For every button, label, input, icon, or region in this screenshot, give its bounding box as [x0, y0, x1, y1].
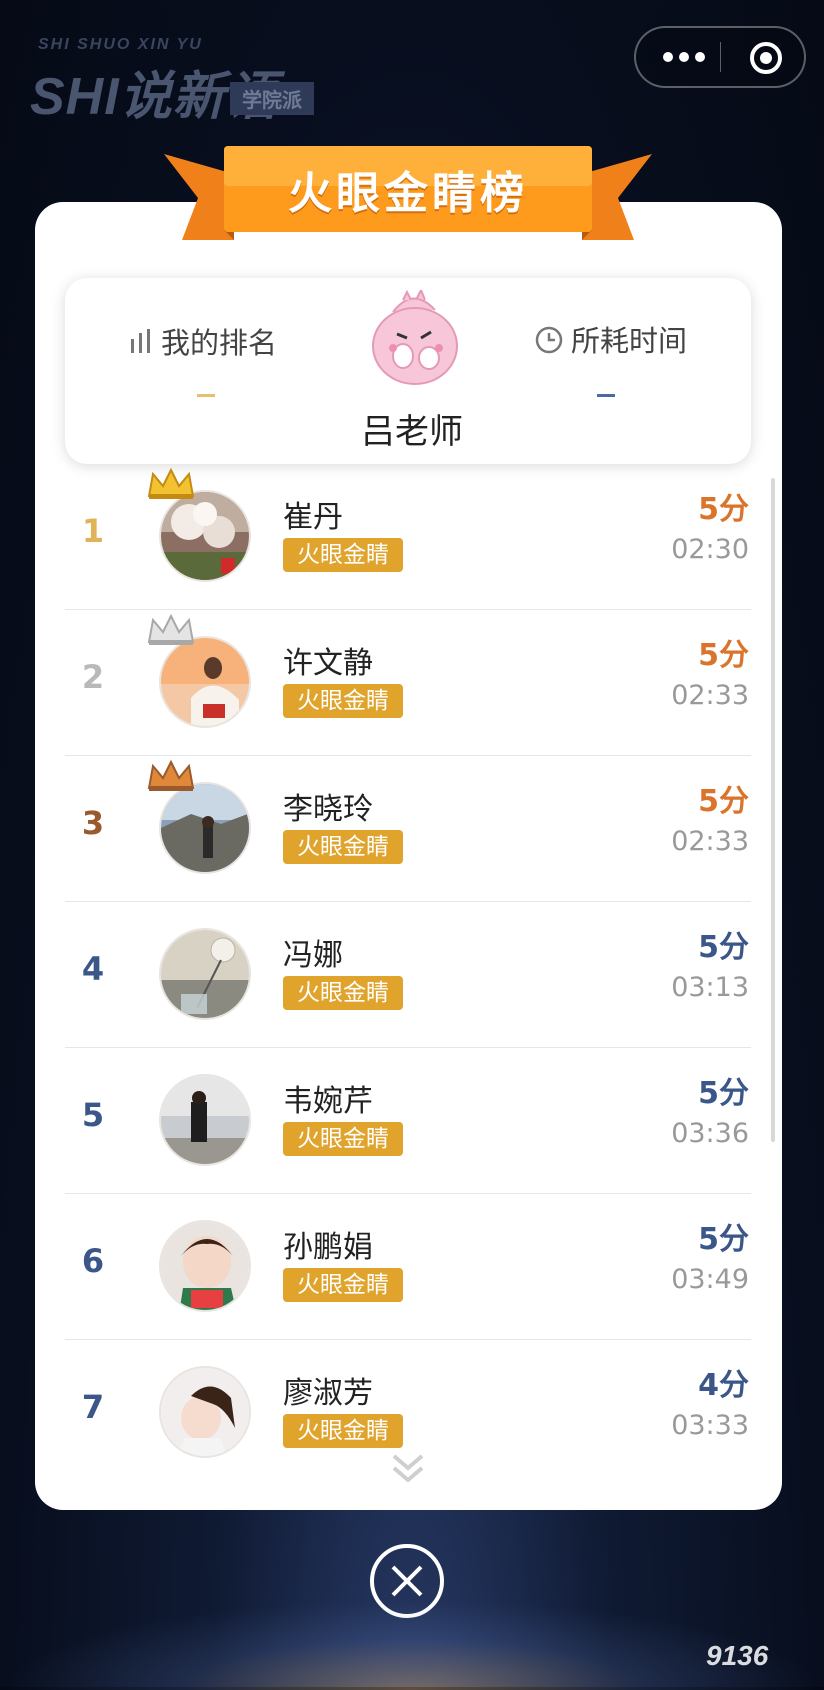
leaderboard-list: 1 崔丹 火眼金睛 5分 02:30 2 许文静 火眼金睛 5分 02:33 3… — [65, 464, 751, 1485]
title-badge: 火眼金睛 — [283, 1122, 403, 1156]
my-time-value: – — [597, 394, 615, 397]
player-name: 廖淑芳 — [283, 1376, 373, 1411]
time-used: 02:33 — [671, 826, 749, 857]
my-name: 吕老师 — [361, 412, 463, 452]
player-name: 孙鹏娟 — [283, 1230, 373, 1265]
capsule-divider — [720, 42, 721, 72]
score: 5分 — [698, 1222, 749, 1257]
time-used: 02:30 — [671, 534, 749, 565]
score: 5分 — [698, 784, 749, 819]
score: 5分 — [698, 1076, 749, 1111]
my-summary-box: 我的排名 – 所耗时间 – 吕老师 — [65, 278, 751, 464]
avatar[interactable] — [159, 636, 251, 728]
title-badge: 火眼金睛 — [283, 976, 403, 1010]
rank-number: 7 — [81, 1388, 105, 1426]
watermark: 9136 — [706, 1640, 769, 1671]
title-ribbon: 火眼金睛榜 — [164, 144, 652, 256]
banner-title: 火眼金睛榜 — [288, 168, 528, 219]
leaderboard-card: 我的排名 – 所耗时间 – 吕老师 1 — [35, 202, 782, 1510]
player-name: 韦婉芹 — [283, 1084, 373, 1119]
avatar[interactable] — [159, 928, 251, 1020]
player-name: 崔丹 — [283, 500, 343, 535]
my-time-label: 所耗时间 — [571, 324, 688, 358]
chevron-down-icon[interactable] — [388, 1452, 428, 1486]
rank-number: 3 — [81, 804, 105, 842]
close-miniprogram-icon[interactable] — [748, 40, 784, 76]
player-name: 冯娜 — [283, 938, 343, 973]
avatar[interactable] — [159, 1220, 251, 1312]
leaderboard-row[interactable]: 4 冯娜 火眼金睛 5分 03:13 — [65, 902, 751, 1048]
leaderboard-row[interactable]: 1 崔丹 火眼金睛 5分 02:30 — [65, 464, 751, 610]
score: 5分 — [698, 930, 749, 965]
miniprogram-capsule — [634, 26, 806, 88]
score: 5分 — [698, 492, 749, 527]
leaderboard-row[interactable]: 3 李晓玲 火眼金睛 5分 02:33 — [65, 756, 751, 902]
rank-number: 6 — [81, 1242, 105, 1280]
leaderboard-row[interactable]: 2 许文静 火眼金睛 5分 02:33 — [65, 610, 751, 756]
brand-logo: SHI SHUO XIN YU SHI说新语 学院派 — [30, 36, 360, 126]
rank-number: 2 — [81, 658, 105, 696]
player-name: 许文静 — [283, 646, 373, 681]
my-rank-value: – — [197, 394, 215, 397]
time-used: 03:49 — [671, 1264, 749, 1295]
avatar[interactable] — [159, 1366, 251, 1458]
leaderboard-row[interactable]: 5 韦婉芹 火眼金睛 5分 03:36 — [65, 1048, 751, 1194]
time-used: 03:36 — [671, 1118, 749, 1149]
time-used: 03:13 — [671, 972, 749, 1003]
bars-icon — [129, 328, 153, 362]
avatar[interactable] — [159, 782, 251, 874]
silver-crown-icon — [145, 612, 197, 646]
score: 4分 — [698, 1368, 749, 1403]
my-avatar — [363, 287, 463, 386]
title-badge: 火眼金睛 — [283, 830, 403, 864]
title-badge: 火眼金睛 — [283, 1414, 403, 1448]
my-rank: 我的排名 — [129, 320, 277, 362]
bronze-crown-icon — [145, 758, 197, 792]
gold-crown-icon — [145, 466, 197, 500]
brand-sub-text: 学院派 — [230, 82, 314, 115]
title-badge: 火眼金睛 — [283, 684, 403, 718]
title-badge: 火眼金睛 — [283, 538, 403, 572]
title-badge: 火眼金睛 — [283, 1268, 403, 1302]
time-used: 02:33 — [671, 680, 749, 711]
scrollbar[interactable] — [771, 478, 775, 1142]
time-used: 03:33 — [671, 1410, 749, 1441]
more-icon[interactable] — [658, 46, 710, 68]
rank-number: 5 — [81, 1096, 105, 1134]
rank-number: 1 — [81, 512, 105, 550]
score: 5分 — [698, 638, 749, 673]
bottom-glow — [0, 1600, 824, 1690]
brand-top-text: SHI SHUO XIN YU — [38, 36, 203, 53]
clock-icon — [535, 326, 563, 361]
rank-number: 4 — [81, 950, 105, 988]
my-time: 所耗时间 — [535, 318, 687, 361]
player-name: 李晓玲 — [283, 792, 373, 827]
avatar[interactable] — [159, 1074, 251, 1166]
avatar[interactable] — [159, 490, 251, 582]
my-rank-label: 我的排名 — [161, 326, 278, 360]
leaderboard-row[interactable]: 6 孙鹏娟 火眼金睛 5分 03:49 — [65, 1194, 751, 1340]
